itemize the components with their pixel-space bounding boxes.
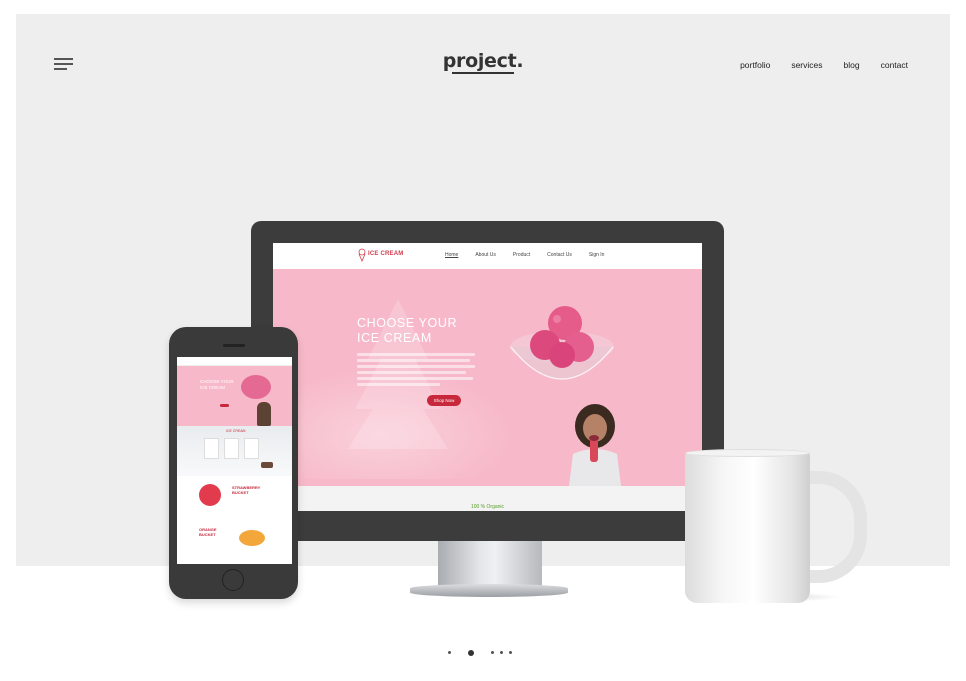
phone-hero-title-line1: CHOOSE YOUR xyxy=(200,379,234,384)
monitor-stand-base xyxy=(410,584,568,597)
hero-title: CHOOSE YOUR ICE CREAM xyxy=(357,316,497,346)
logo-underline xyxy=(452,72,514,74)
phone-orange-title-line2: BUCKET xyxy=(199,531,216,537)
phone-screen: CHOOSE YOUR ICE CREAM ICE CREAM STRAWBER… xyxy=(177,357,292,564)
phone-speaker xyxy=(223,344,245,347)
mockup-site-nav: ICE CREAM Home About Us Product Contact … xyxy=(273,243,702,269)
carousel-pagination xyxy=(444,648,524,658)
pagination-dot-3[interactable] xyxy=(491,651,494,654)
phone-product-card[interactable] xyxy=(204,438,219,459)
nav-link-contact[interactable]: contact xyxy=(881,60,908,70)
phone-hero-title: CHOOSE YOUR ICE CREAM xyxy=(200,379,234,390)
hero-title-line2: ICE CREAM xyxy=(357,331,432,345)
coffee-mug xyxy=(685,452,810,603)
site-logo[interactable]: project. xyxy=(420,50,546,72)
phone-section-title: ICE CREAM xyxy=(226,429,246,433)
phone-girl-image xyxy=(257,402,271,426)
phone-orange-title: ORANGE BUCKET xyxy=(199,527,217,538)
mockup-nav-signin[interactable]: Sign In xyxy=(589,252,605,258)
phone-orange-image xyxy=(239,530,265,546)
hero-title-line1: CHOOSE YOUR xyxy=(357,316,458,330)
hamburger-menu-icon[interactable] xyxy=(54,58,74,72)
pagination-dot-4[interactable] xyxy=(500,651,503,654)
phone-strawberry-image xyxy=(199,484,221,506)
phone-shop-button[interactable] xyxy=(220,404,229,407)
top-nav: portfolio services blog contact xyxy=(740,60,908,70)
pagination-dot-2-active[interactable] xyxy=(468,649,474,656)
phone-strawberry-title: STRAWBERRY BUCKET xyxy=(232,485,260,496)
pagination-dot-1[interactable] xyxy=(448,651,451,654)
nav-link-services[interactable]: services xyxy=(791,60,822,70)
phone-site-nav xyxy=(177,357,292,366)
mockup-nav-contact[interactable]: Contact Us xyxy=(547,252,572,258)
nav-link-portfolio[interactable]: portfolio xyxy=(740,60,770,70)
phone-bowl-image xyxy=(241,375,271,399)
shop-now-button[interactable]: Shop Now xyxy=(427,395,461,406)
mockup-hero: CHOOSE YOUR ICE CREAM Shop Now xyxy=(273,269,702,486)
hero-paragraph xyxy=(357,353,475,389)
phone-strawberry-block: STRAWBERRY BUCKET xyxy=(177,476,292,520)
mockup-nav-home[interactable]: Home xyxy=(445,252,458,258)
phone-orange-block: ORANGE BUCKET xyxy=(177,520,292,564)
nav-link-blog[interactable]: blog xyxy=(844,60,860,70)
mockup-brand: ICE CREAM xyxy=(368,251,404,257)
phone-product-card[interactable] xyxy=(244,438,259,459)
phone-products-section: ICE CREAM xyxy=(177,426,292,476)
monitor-stand xyxy=(438,538,542,590)
mug-rim xyxy=(685,449,810,457)
phone-hero: CHOOSE YOUR ICE CREAM xyxy=(177,366,292,426)
phone-hero-title-line2: ICE CREAM xyxy=(200,384,226,390)
mockup-nav-product[interactable]: Product xyxy=(513,252,530,258)
organic-label: 100 % Organic xyxy=(470,504,505,510)
phone-chocolate-image xyxy=(261,462,273,468)
mockup-nav-links: Home About Us Product Contact Us Sign In xyxy=(445,252,604,258)
phone-home-button xyxy=(222,569,244,591)
pagination-dot-5[interactable] xyxy=(509,651,512,654)
ice-cream-cone-icon xyxy=(358,248,366,262)
phone-product-card[interactable] xyxy=(224,438,239,459)
girl-with-ice-cream-image xyxy=(569,404,621,486)
monitor-screen: ICE CREAM Home About Us Product Contact … xyxy=(273,243,702,511)
showcase-stage: project. portfolio services blog contact… xyxy=(0,0,966,681)
ice-cream-bowl-image xyxy=(510,306,614,380)
phone-strawberry-title-line2: BUCKET xyxy=(232,489,249,495)
organic-strip: 100 % Organic xyxy=(273,486,702,511)
mockup-nav-about[interactable]: About Us xyxy=(475,252,496,258)
